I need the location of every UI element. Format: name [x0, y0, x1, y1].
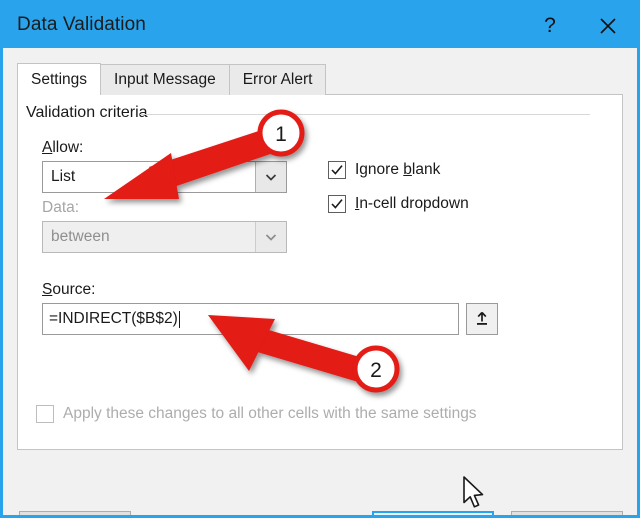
dialog-body: Settings Input Message Error Alert Valid…	[3, 48, 637, 515]
range-select-button[interactable]	[466, 303, 498, 335]
ignore-blank-label-suffix: lank	[411, 161, 441, 178]
ignore-blank-label-prefix: Ignore	[355, 161, 404, 178]
allow-combobox-value: List	[51, 168, 76, 185]
text-caret	[178, 310, 180, 328]
checkbox-box	[328, 195, 346, 213]
tab-strip: Settings Input Message Error Alert	[17, 63, 327, 95]
window-title: Data Validation	[17, 14, 146, 35]
allow-label: Allow:	[42, 139, 83, 157]
source-label-rest: ource:	[52, 281, 96, 298]
source-input-value: =INDIRECT($B$2)	[49, 310, 178, 327]
in-cell-dropdown-label-suffix: n-cell dropdown	[359, 195, 469, 212]
data-combobox-value: between	[51, 228, 110, 245]
in-cell-dropdown-checkbox[interactable]: In-cell dropdown	[328, 195, 469, 213]
checkmark-icon	[331, 199, 343, 209]
tab-error-alert-label: Error Alert	[242, 71, 313, 88]
allow-label-rest: llow:	[52, 139, 84, 156]
allow-combobox[interactable]: List	[42, 161, 287, 193]
ignore-blank-checkbox[interactable]: Ignore blank	[328, 161, 440, 179]
validation-criteria-group-label: Validation criteria	[26, 104, 154, 122]
chevron-down-icon[interactable]	[255, 162, 286, 192]
in-cell-dropdown-label: In-cell dropdown	[355, 195, 469, 213]
close-button[interactable]	[585, 3, 631, 48]
source-label: Source:	[42, 281, 95, 299]
ignore-blank-label-accel: b	[403, 161, 412, 178]
tab-settings[interactable]: Settings	[17, 63, 102, 95]
source-label-accel: S	[42, 281, 53, 298]
clear-all-button[interactable]: Clear All	[19, 511, 131, 515]
question-mark-icon: ?	[544, 13, 556, 37]
data-label: Data:	[42, 199, 80, 216]
collapse-dialog-up-arrow-icon	[473, 310, 491, 328]
tab-input-message-label: Input Message	[114, 71, 216, 88]
apply-to-all-cells-checkbox[interactable]: Apply these changes to all other cells w…	[36, 405, 477, 423]
source-input[interactable]: =INDIRECT($B$2)	[42, 303, 459, 335]
checkbox-box	[36, 405, 54, 423]
ignore-blank-label: Ignore blank	[355, 161, 440, 179]
chevron-down-icon[interactable]	[255, 222, 286, 252]
data-combobox[interactable]: between	[42, 221, 287, 253]
group-box-divider	[140, 114, 590, 115]
checkbox-box	[328, 161, 346, 179]
close-x-icon	[598, 16, 618, 36]
apply-to-all-cells-label: Apply these changes to all other cells w…	[63, 405, 477, 422]
tab-settings-label: Settings	[31, 70, 88, 88]
checkmark-icon	[331, 165, 343, 175]
help-button[interactable]: ?	[527, 3, 573, 48]
data-validation-dialog: Data Validation ? Settings Input Message…	[0, 0, 640, 518]
tab-input-message[interactable]: Input Message	[100, 64, 230, 95]
ok-button[interactable]: OK	[372, 511, 494, 515]
settings-tab-panel: Validation criteria Allow: List Data: be…	[17, 94, 623, 450]
title-bar: Data Validation ?	[3, 3, 637, 48]
allow-label-accel: A	[42, 139, 53, 156]
tab-error-alert[interactable]: Error Alert	[228, 64, 327, 95]
cancel-button[interactable]: Cancel	[511, 511, 623, 515]
